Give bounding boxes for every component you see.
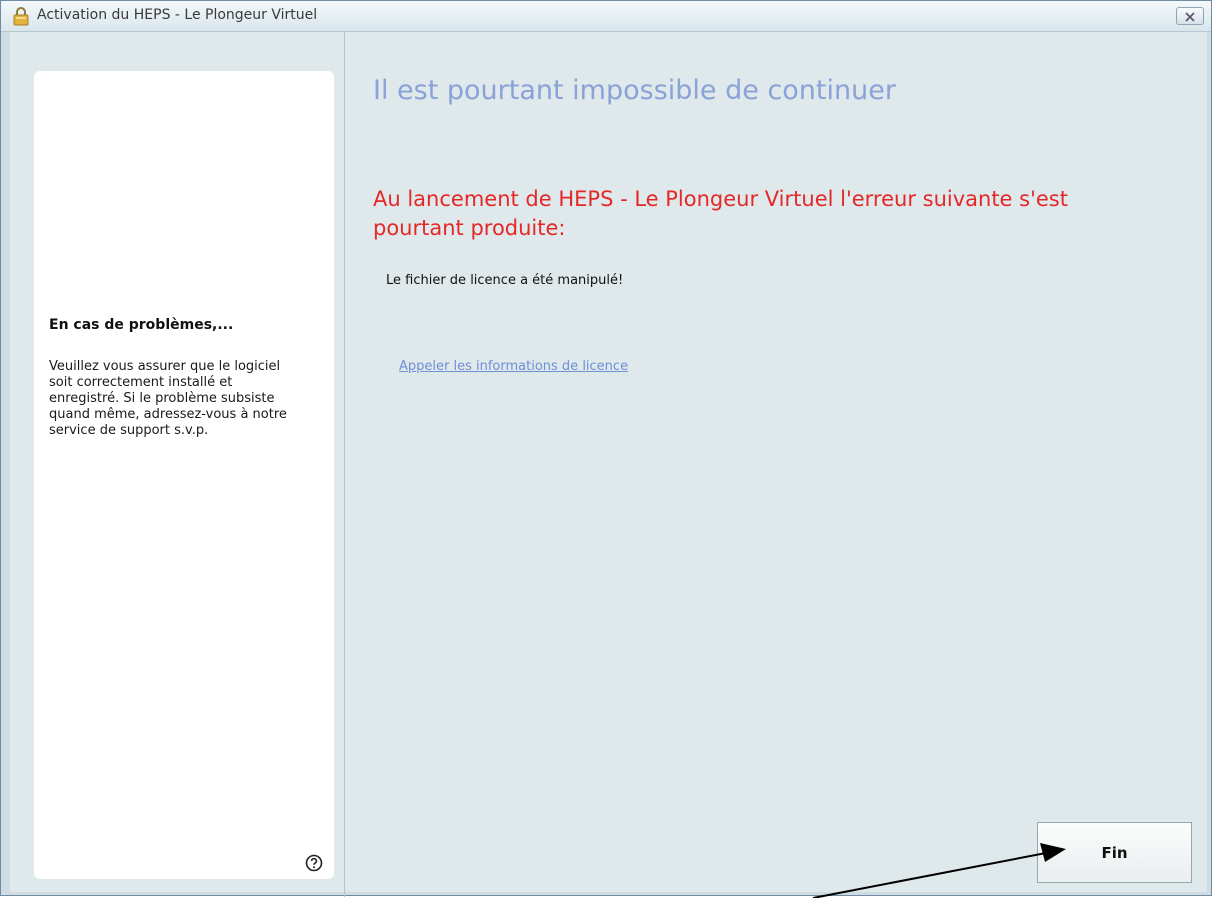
help-text: Veuillez vous assurer que le logiciel so… [49,359,287,438]
error-heading: Au lancement de HEPS - Le Plongeur Virtu… [373,187,1068,240]
finish-button[interactable]: Fin [1037,822,1192,883]
close-icon [1184,7,1196,26]
window-title: Activation du HEPS - Le Plongeur Virtuel [37,7,318,23]
license-info-link[interactable]: Appeler les informations de licence [399,359,628,374]
help-sidebar: En cas de problèmes,... Veuillez vous as… [34,71,334,879]
error-message: Le fichier de licence a été manipulé! [386,273,624,288]
close-button[interactable] [1176,7,1204,25]
help-heading: En cas de problèmes,... [49,317,234,333]
panel-divider [344,32,345,897]
window-frame-bottom [1,892,1211,895]
window-frame-right [1207,32,1211,895]
page-title: Il est pourtant impossible de continuer [373,75,896,106]
title-bar[interactable]: Activation du HEPS - Le Plongeur Virtuel [1,1,1211,32]
help-icon[interactable] [304,853,324,873]
lock-icon [11,6,31,26]
activation-dialog: Activation du HEPS - Le Plongeur Virtuel… [0,0,1212,897]
window-frame-left [1,32,10,895]
